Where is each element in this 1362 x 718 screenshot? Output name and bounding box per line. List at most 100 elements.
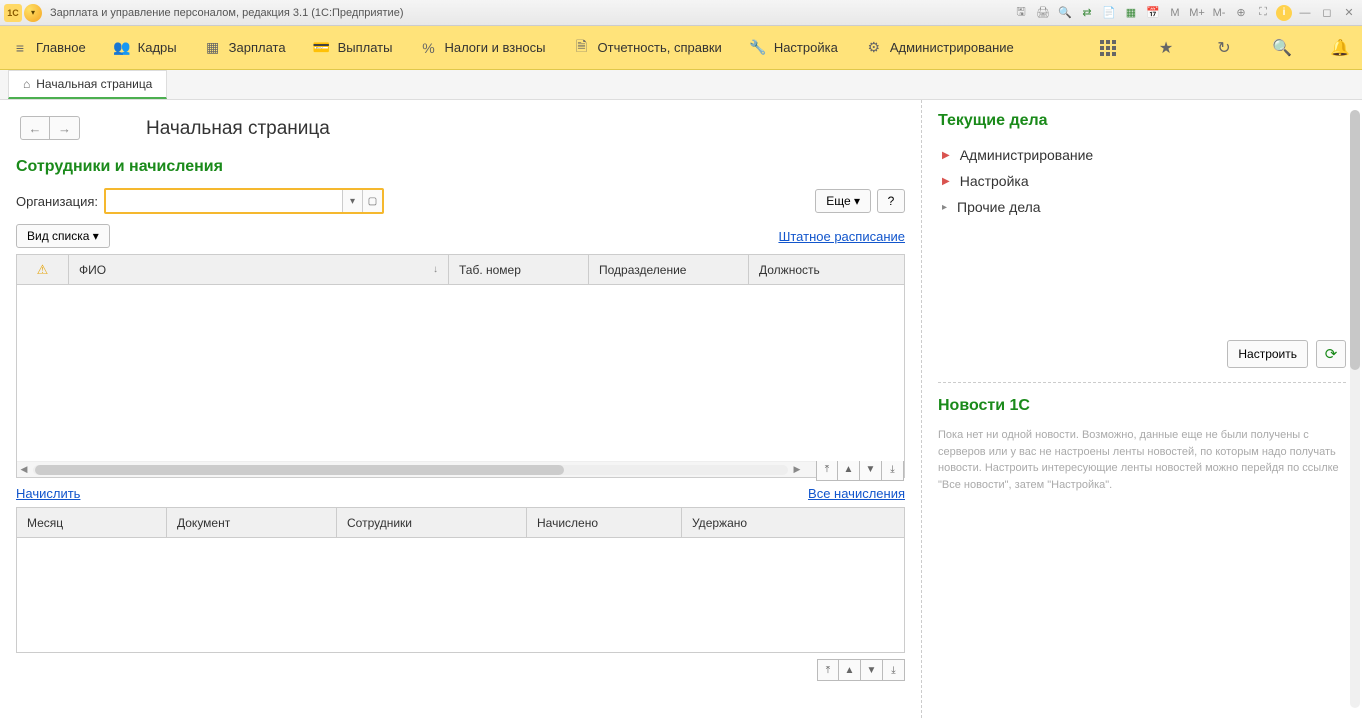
- col-document[interactable]: Документ: [167, 508, 337, 537]
- col-accrued[interactable]: Начислено: [527, 508, 682, 537]
- maximize-icon[interactable]: ◻: [1318, 4, 1336, 22]
- print-icon[interactable]: 🖨: [1034, 4, 1052, 22]
- app-menu-dropdown[interactable]: [24, 4, 42, 22]
- menu-taxes[interactable]: % Налоги и взносы: [420, 40, 545, 56]
- menu-taxes-label: Налоги и взносы: [444, 40, 545, 55]
- col-employees[interactable]: Сотрудники: [337, 508, 527, 537]
- col-fio-label: ФИО: [79, 263, 106, 277]
- system-icons: 🖫 🖨 🔍 ⇄ 📄 ▦ 📅 M M+ M- ⊕ ⛶ i — ◻ ✕: [1012, 4, 1358, 22]
- scroll-right-icon[interactable]: ▶: [790, 464, 804, 475]
- employees-table: ⚠ ФИО↓ Таб. номер Подразделение Должност…: [16, 254, 905, 478]
- menu-payments[interactable]: 💳Выплаты: [314, 40, 393, 56]
- org-dropdown-button[interactable]: ▾: [342, 190, 362, 212]
- menu-reports[interactable]: 🗎Отчетность, справки: [574, 40, 722, 56]
- calculator-icon[interactable]: ▦: [1122, 4, 1140, 22]
- save-icon[interactable]: 🖫: [1012, 4, 1030, 22]
- nav-up-button[interactable]: ▲: [838, 459, 860, 481]
- menu-payments-label: Выплаты: [338, 40, 393, 55]
- marker-icon: ▶: [942, 150, 950, 161]
- col-dept[interactable]: Подразделение: [589, 255, 749, 284]
- tasks-list: ▶ Администрирование ▶Настройка ▸ Прочие де…: [942, 142, 1346, 220]
- menu-hr-label: Кадры: [138, 40, 177, 55]
- col-warning[interactable]: ⚠: [17, 255, 69, 284]
- task-item-admin[interactable]: ▶ Администрирование: [942, 142, 1346, 168]
- org-input[interactable]: [106, 190, 342, 212]
- menu-admin[interactable]: ⚙Администрирование: [866, 40, 1014, 56]
- col-month[interactable]: Месяц: [17, 508, 167, 537]
- search-icon[interactable]: 🔍: [1272, 38, 1292, 58]
- star-icon[interactable]: ★: [1156, 38, 1176, 58]
- bell-icon[interactable]: 🔔: [1330, 38, 1350, 58]
- percent-icon: %: [420, 40, 436, 56]
- info-icon[interactable]: i: [1276, 5, 1292, 21]
- nav-buttons: ← →: [20, 116, 80, 140]
- tab-home[interactable]: ⌂ Начальная страница: [8, 70, 167, 99]
- tab-home-label: Начальная страница: [36, 77, 152, 91]
- col-position[interactable]: Должность: [749, 255, 904, 284]
- menu-hr[interactable]: 👥Кадры: [114, 40, 177, 56]
- nav-up-button[interactable]: ▲: [839, 659, 861, 681]
- menu-salary[interactable]: ▦Зарплата: [205, 40, 286, 56]
- staff-schedule-link[interactable]: Штатное расписание: [778, 229, 905, 244]
- menu-settings[interactable]: 🔧Настройка: [750, 40, 838, 56]
- side-scroll-thumb[interactable]: [1350, 110, 1360, 370]
- col-tabno[interactable]: Таб. номер: [449, 255, 589, 284]
- side-divider: [938, 382, 1346, 383]
- task-label: Администрирование: [960, 147, 1094, 163]
- help-button[interactable]: ?: [877, 189, 905, 213]
- scroll-track[interactable]: [33, 465, 788, 475]
- nav-down-button[interactable]: ▼: [860, 459, 882, 481]
- nav-forward-button[interactable]: →: [50, 116, 80, 140]
- more-button[interactable]: Еще ▾: [815, 189, 871, 213]
- nav-first-button[interactable]: ⤒: [816, 459, 838, 481]
- nav-back-button[interactable]: ←: [20, 116, 50, 140]
- zoom-in-icon[interactable]: ⊕: [1232, 4, 1250, 22]
- side-column: Текущие дела ▶Администрирование ▶Настрой…: [922, 100, 1362, 718]
- nav-first-button[interactable]: ⤒: [817, 659, 839, 681]
- close-icon[interactable]: ✕: [1340, 4, 1358, 22]
- calculate-link[interactable]: Начислить: [16, 486, 80, 501]
- history-icon[interactable]: ↻: [1214, 38, 1234, 58]
- task-item-other[interactable]: ▸ Прочие дела: [942, 194, 1346, 220]
- calendar-icon[interactable]: 📅: [1144, 4, 1162, 22]
- accruals-table-body[interactable]: [17, 538, 904, 652]
- apps-icon[interactable]: [1098, 38, 1118, 58]
- view-mode-label: Вид списка: [27, 229, 89, 243]
- configure-button[interactable]: Настроить: [1227, 340, 1308, 368]
- tab-bar: ⌂ Начальная страница: [0, 70, 1362, 100]
- refresh-icon: ⟳: [1325, 345, 1338, 363]
- document-icon[interactable]: 📄: [1100, 4, 1118, 22]
- preview-icon[interactable]: 🔍: [1056, 4, 1074, 22]
- task-label: Прочие дела: [957, 199, 1041, 215]
- refresh-button[interactable]: ⟳: [1316, 340, 1346, 368]
- col-deducted[interactable]: Удержано: [682, 508, 904, 537]
- all-calculations-link[interactable]: Все начисления: [808, 486, 905, 501]
- employees-table-body[interactable]: [17, 285, 904, 461]
- nav-last-button[interactable]: ⤓: [882, 459, 904, 481]
- view-mode-button[interactable]: Вид списка ▾: [16, 224, 110, 248]
- side-scrollbar[interactable]: [1350, 110, 1360, 708]
- main-menu: ≡Главное 👥Кадры ▦Зарплата 💳Выплаты % Нало…: [0, 26, 1362, 70]
- scroll-left-icon[interactable]: ◀: [17, 464, 31, 475]
- memory-mminus-icon[interactable]: M-: [1210, 4, 1228, 22]
- minimize-icon[interactable]: —: [1296, 4, 1314, 22]
- employees-hscroll[interactable]: ◀ ▶ ⤒ ▲ ▼ ⤓: [17, 461, 904, 477]
- col-fio[interactable]: ФИО↓: [69, 255, 449, 284]
- nav-last-button[interactable]: ⤓: [883, 659, 905, 681]
- nav-down-button[interactable]: ▼: [861, 659, 883, 681]
- filter-row: Организация: ▾ ▢ Еще ▾ ?: [16, 188, 905, 214]
- app-logo-icon: 1C: [4, 4, 22, 22]
- window-title: Зарплата и управление персоналом, редакц…: [50, 7, 1012, 19]
- org-open-button[interactable]: ▢: [362, 190, 382, 212]
- news-empty-text: Пока нет ни одной новости. Возможно, дан…: [938, 427, 1346, 493]
- scroll-thumb[interactable]: [35, 465, 564, 475]
- compare-icon[interactable]: ⇄: [1078, 4, 1096, 22]
- home-icon: ⌂: [23, 77, 30, 91]
- memory-mplus-icon[interactable]: M+: [1188, 4, 1206, 22]
- menu-main[interactable]: ≡Главное: [12, 40, 86, 56]
- task-item-settings[interactable]: ▶Настройка: [942, 168, 1346, 194]
- memory-m-icon[interactable]: M: [1166, 4, 1184, 22]
- marker-icon: ▸: [942, 202, 947, 213]
- content-area: ← → Начальная страница Сотрудники и начи…: [0, 100, 1362, 718]
- zoom-menu-icon[interactable]: ⛶: [1254, 4, 1272, 22]
